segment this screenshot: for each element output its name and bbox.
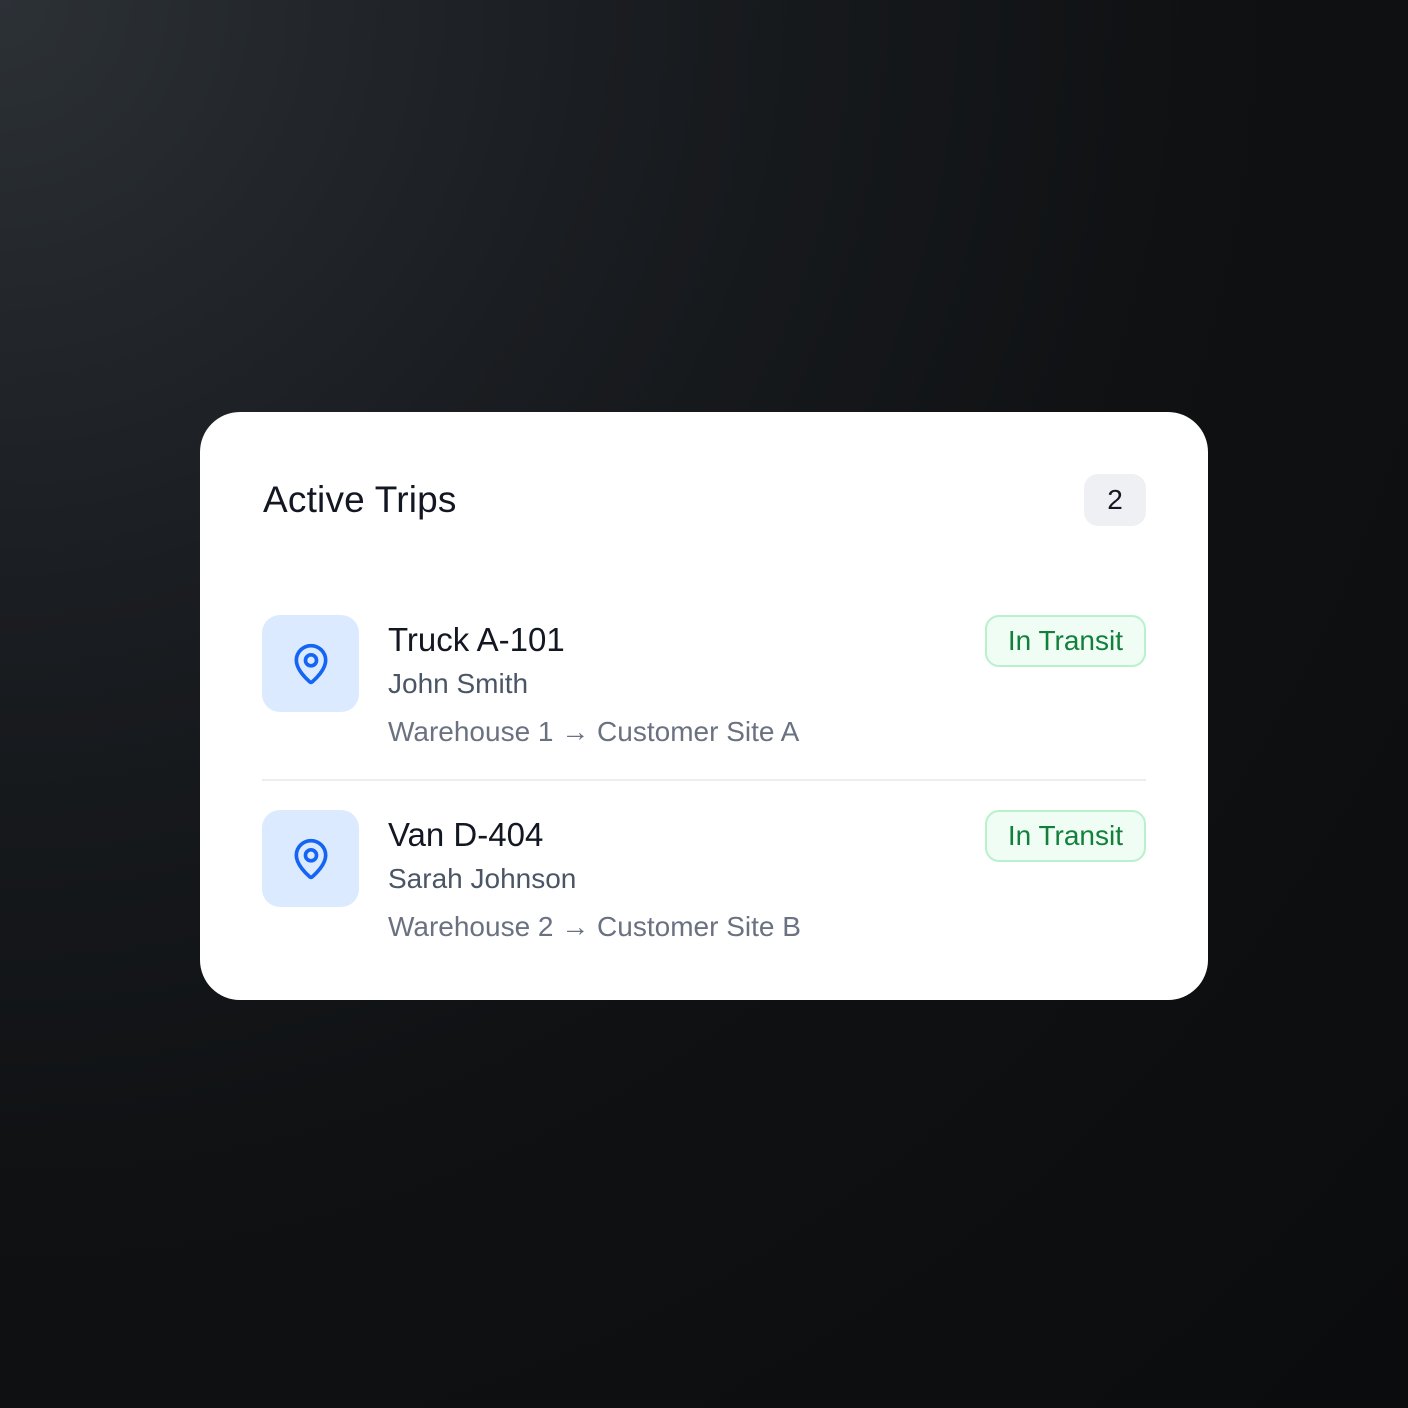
driver-name: Sarah Johnson	[388, 863, 577, 894]
trip-route: Warehouse 2 → Customer Site B	[388, 911, 801, 942]
driver-name: John Smith	[388, 668, 529, 699]
card-header: Active Trips 2	[263, 474, 1146, 526]
map-pin-icon	[262, 810, 359, 907]
status-badge: In Transit	[984, 615, 1146, 667]
vehicle-name: Truck A-101	[388, 621, 565, 658]
map-pin-icon	[262, 615, 359, 712]
divider	[262, 779, 1146, 781]
trip-route: Warehouse 1 → Customer Site A	[388, 716, 800, 747]
active-trips-card: Active Trips 2 Truck A-101 John Smith Wa…	[200, 412, 1208, 1000]
vehicle-name: Van D-404	[388, 816, 544, 853]
trip-row[interactable]: Van D-404 Sarah Johnson Warehouse 2 → Cu…	[262, 810, 1146, 960]
trip-count-badge: 2	[1084, 474, 1146, 526]
card-title: Active Trips	[263, 479, 457, 520]
trip-row[interactable]: Truck A-101 John Smith Warehouse 1 → Cus…	[262, 615, 1146, 765]
status-badge: In Transit	[984, 810, 1146, 862]
